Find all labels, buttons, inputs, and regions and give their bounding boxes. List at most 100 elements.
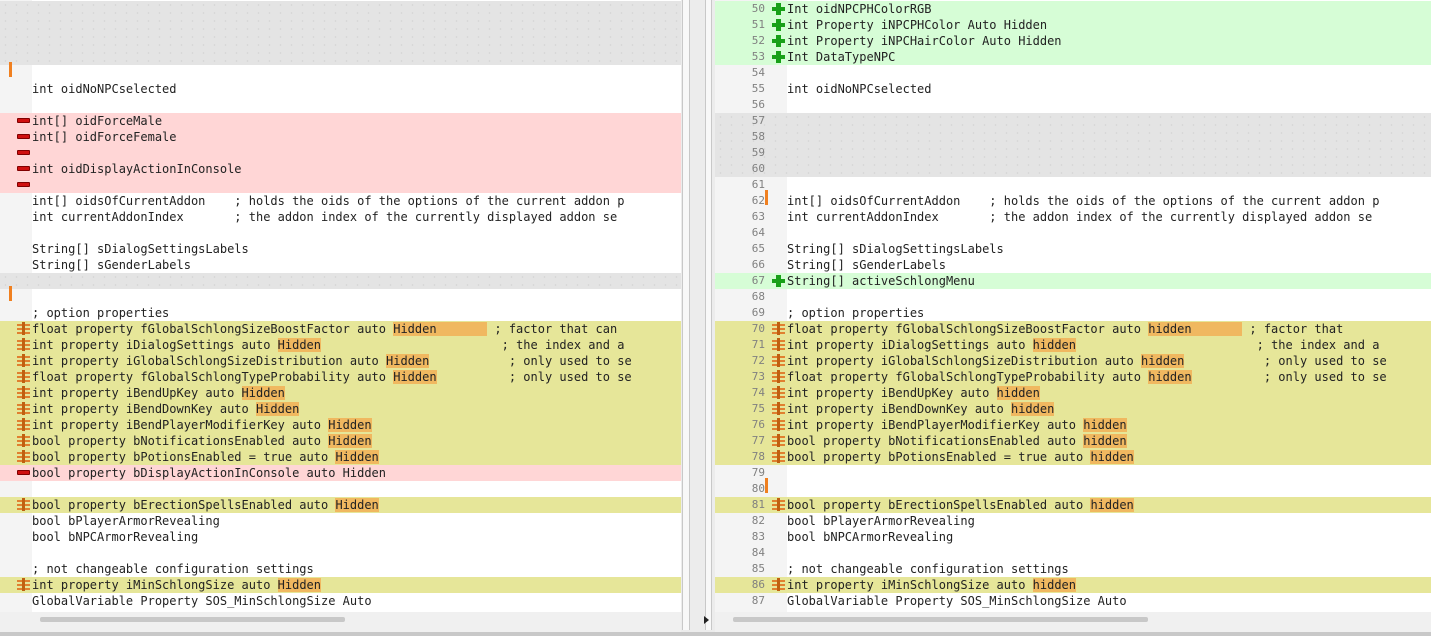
change-icon <box>17 370 30 383</box>
diff-line[interactable]: 80 <box>715 478 1431 497</box>
left-scroll-thumb[interactable] <box>40 617 345 622</box>
diff-line[interactable]: 71 int property iDialogSettings auto hidd… <box>715 337 1431 353</box>
code-segment: ; factor that can <box>487 322 618 336</box>
diff-line[interactable]: int[] oidsOfCurrentAddon ; holds the oid… <box>0 193 681 209</box>
diff-line[interactable]: 67 String[] activeSchlongMenu <box>715 273 1431 289</box>
diff-line[interactable]: 79 <box>715 465 1431 481</box>
diff-line[interactable]: bool property bDisplayActionInConsole au… <box>0 465 681 481</box>
diff-line[interactable] <box>0 225 681 241</box>
minus-icon <box>17 468 30 478</box>
code-text: float property fGlobalSchlongTypeProbabi… <box>787 369 1387 385</box>
diff-line[interactable]: int property iBendDownKey auto Hidden <box>0 401 681 417</box>
right-vertical-scrollbar[interactable] <box>705 0 712 630</box>
diff-line[interactable]: 52 int Property iNPCHairColor Auto Hidden <box>715 33 1431 49</box>
diff-line[interactable]: String[] sDialogSettingsLabels <box>0 241 681 257</box>
diff-line[interactable]: 50 Int oidNPCPHColorRGB <box>715 1 1431 17</box>
code-text: int property iMinSchlongSize auto Hidden <box>32 577 321 593</box>
diff-line[interactable]: int property iMinSchlongSize auto Hidden <box>0 577 681 593</box>
diff-line[interactable] <box>0 49 681 65</box>
pane-divider[interactable] <box>681 0 715 636</box>
left-vertical-scrollbar[interactable] <box>682 0 690 630</box>
diff-line[interactable]: 75 int property iBendDownKey auto hidden <box>715 401 1431 417</box>
diff-line[interactable]: 61 <box>715 177 1431 193</box>
diff-line[interactable]: 74 int property iBendUpKey auto hidden <box>715 385 1431 401</box>
diff-line[interactable]: 56 <box>715 97 1431 113</box>
change-icon <box>17 402 30 415</box>
diff-line[interactable] <box>0 62 681 81</box>
diff-line[interactable]: 59 <box>715 145 1431 161</box>
left-diff-pane[interactable]: int oidNoNPCselected int[] oidForceMale in… <box>0 0 681 612</box>
line-number: 72 <box>751 354 765 367</box>
diff-line[interactable]: 58 <box>715 129 1431 145</box>
diff-line[interactable]: 63 int currentAddonIndex ; the addon inde… <box>715 209 1431 225</box>
diff-line[interactable]: float property fGlobalSchlongSizeBoostFa… <box>0 321 681 337</box>
diff-line[interactable] <box>0 286 681 305</box>
inline-change-highlight: Hidden <box>241 386 285 400</box>
code-text: float property fGlobalSchlongSizeBoostFa… <box>32 321 617 337</box>
diff-line[interactable]: 69 ; option properties <box>715 305 1431 321</box>
line-number: 79 <box>751 466 765 479</box>
diff-line[interactable]: ; not changeable configuration settings <box>0 561 681 577</box>
diff-line[interactable]: 68 <box>715 289 1431 305</box>
line-number: 68 <box>751 290 765 303</box>
diff-line[interactable]: 78 bool property bPotionsEnabled = true a… <box>715 449 1431 465</box>
diff-line[interactable]: bool property bNotificationsEnabled auto… <box>0 433 681 449</box>
diff-line[interactable] <box>0 177 681 193</box>
diff-line[interactable]: 73 float property fGlobalSchlongTypeProba… <box>715 369 1431 385</box>
diff-line[interactable]: int oidDisplayActionInConsole <box>0 161 681 177</box>
diff-line[interactable]: 54 <box>715 65 1431 81</box>
diff-line[interactable]: bool property bErectionSpellsEnabled aut… <box>0 497 681 513</box>
right-diff-pane[interactable]: 50 Int oidNPCPHColorRGB 51 int Property iNP… <box>715 0 1431 612</box>
diff-line[interactable]: 82 bool bPlayerArmorRevealing <box>715 513 1431 529</box>
diff-line[interactable]: 65 String[] sDialogSettingsLabels <box>715 241 1431 257</box>
diff-line[interactable]: int property iDialogSettings auto Hidden… <box>0 337 681 353</box>
diff-line[interactable]: float property fGlobalSchlongTypeProbabi… <box>0 369 681 385</box>
line-number: 85 <box>751 562 765 575</box>
diff-line[interactable]: int oidNoNPCselected <box>0 81 681 97</box>
diff-line[interactable]: 51 int Property iNPCPHColor Auto Hidden <box>715 17 1431 33</box>
scroll-right-arrow-icon[interactable] <box>704 616 709 624</box>
diff-line[interactable] <box>0 273 681 289</box>
diff-line[interactable]: 84 <box>715 545 1431 561</box>
diff-line[interactable]: 85 ; not changeable configuration setting… <box>715 561 1431 577</box>
diff-line[interactable]: 86 int property iMinSchlongSize auto hidd… <box>715 577 1431 593</box>
diff-line[interactable]: 81 bool property bErectionSpellsEnabled a… <box>715 497 1431 513</box>
diff-line[interactable]: 83 bool bNPCArmorRevealing <box>715 529 1431 545</box>
diff-line[interactable]: ; option properties <box>0 305 681 321</box>
diff-line[interactable] <box>0 33 681 49</box>
diff-line[interactable]: 72 int property iGlobalSchlongSizeDistrib… <box>715 353 1431 369</box>
diff-line[interactable] <box>0 1 681 17</box>
diff-line[interactable]: 62 int[] oidsOfCurrentAddon ; holds the o… <box>715 190 1431 209</box>
diff-line[interactable]: 55 int oidNoNPCselected <box>715 81 1431 97</box>
diff-line[interactable]: int property iBendUpKey auto Hidden <box>0 385 681 401</box>
diff-line[interactable]: int currentAddonIndex ; the addon index … <box>0 209 681 225</box>
diff-line[interactable]: 53 Int DataTypeNPC <box>715 49 1431 65</box>
code-text: int[] oidForceMale <box>32 114 163 128</box>
diff-line[interactable]: 70 float property fGlobalSchlongSizeBoost… <box>715 321 1431 337</box>
diff-line[interactable] <box>0 17 681 33</box>
diff-line[interactable]: int[] oidForceMale <box>0 113 681 129</box>
diff-line[interactable] <box>0 481 681 497</box>
diff-line[interactable]: 87 GlobalVariable Property SOS_MinSchlong… <box>715 593 1431 609</box>
diff-line[interactable]: String[] sGenderLabels <box>0 257 681 273</box>
diff-line[interactable]: 76 int property iBendPlayerModifierKey au… <box>715 417 1431 433</box>
line-number: 51 <box>751 18 765 31</box>
diff-line[interactable]: 64 <box>715 225 1431 241</box>
diff-line[interactable]: int[] oidForceFemale <box>0 129 681 145</box>
diff-line[interactable]: bool property bPotionsEnabled = true aut… <box>0 449 681 465</box>
diff-line[interactable] <box>0 97 681 113</box>
right-scroll-thumb[interactable] <box>733 617 1148 622</box>
code-text: bool bNPCArmorRevealing <box>32 530 199 544</box>
diff-line[interactable]: int property iBendPlayerModifierKey auto… <box>0 417 681 433</box>
diff-line[interactable]: bool bPlayerArmorRevealing <box>0 513 681 529</box>
diff-line[interactable]: int property iGlobalSchlongSizeDistribut… <box>0 353 681 369</box>
diff-line[interactable]: 66 String[] sGenderLabels <box>715 257 1431 273</box>
diff-line[interactable]: 77 bool property bNotificationsEnabled au… <box>715 433 1431 449</box>
diff-line[interactable]: 57 <box>715 113 1431 129</box>
diff-line[interactable]: 60 <box>715 161 1431 177</box>
diff-line[interactable] <box>0 545 681 561</box>
code-segment: bool property bPotionsEnabled = true aut… <box>787 450 1091 464</box>
diff-line[interactable]: bool bNPCArmorRevealing <box>0 529 681 545</box>
diff-line[interactable] <box>0 145 681 161</box>
diff-line[interactable]: GlobalVariable Property SOS_MinSchlongSi… <box>0 593 681 609</box>
